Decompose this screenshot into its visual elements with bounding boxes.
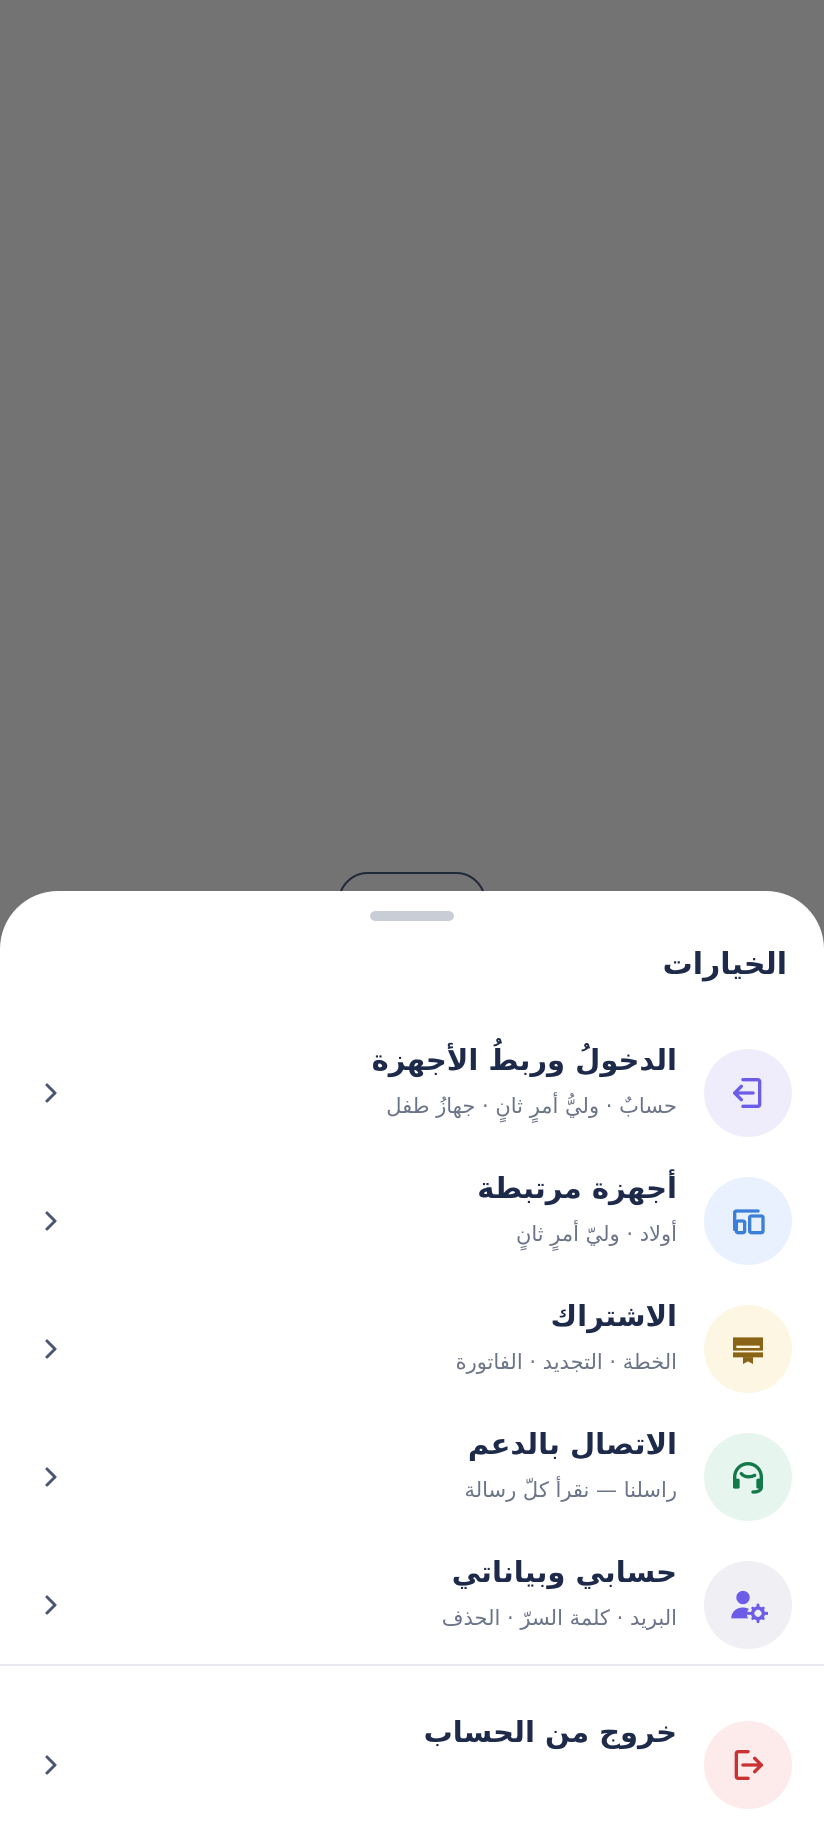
menu-item-contact-support[interactable]: الاتصال بالدعم راسلنا — نقرأ كلّ رسالة bbox=[0, 1413, 824, 1541]
menu-item-title: حسابي وبياناتي bbox=[451, 1555, 677, 1589]
menu-item-title: الاتصال بالدعم bbox=[467, 1427, 677, 1461]
menu-item-subscription[interactable]: الاشتراك الخطة · التجديد · الفاتورة bbox=[0, 1285, 824, 1413]
menu-item-subtitle: البريد · كلمة السرّ · الحذف bbox=[441, 1606, 677, 1630]
menu-item-title: خروج من الحساب bbox=[423, 1715, 677, 1749]
menu-item-subtitle: حسابٌ · وليُّ أمرٍ ثانٍ · جهازُ طفل bbox=[386, 1094, 677, 1118]
account-settings-icon bbox=[704, 1561, 792, 1649]
sheet-title: الخيارات bbox=[662, 947, 787, 982]
chevron-icon bbox=[45, 1211, 57, 1231]
chevron-icon bbox=[45, 1595, 57, 1615]
menu-item-subtitle: راسلنا — نقرأ كلّ رسالة bbox=[464, 1478, 677, 1502]
login-icon bbox=[704, 1049, 792, 1137]
menu-item-subtitle: الخطة · التجديد · الفاتورة bbox=[455, 1350, 677, 1374]
chevron-icon bbox=[45, 1755, 57, 1775]
sheet-drag-handle[interactable] bbox=[370, 911, 454, 921]
menu-item-logout[interactable]: خروج من الحساب bbox=[0, 1701, 824, 1829]
menu-item-login-link-devices[interactable]: الدخولُ وربطُ الأجهزة حسابٌ · وليُّ أمرٍ… bbox=[0, 1029, 824, 1157]
menu-item-title: أجهزة مرتبطة bbox=[477, 1171, 677, 1205]
logout-icon bbox=[704, 1721, 792, 1809]
chevron-icon bbox=[45, 1339, 57, 1359]
menu-item-title: الدخولُ وربطُ الأجهزة bbox=[371, 1043, 677, 1077]
devices-icon bbox=[704, 1177, 792, 1265]
support-headset-icon bbox=[704, 1433, 792, 1521]
menu-item-title: الاشتراك bbox=[550, 1299, 677, 1333]
menu-item-subtitle: أولاد · وليّ أمرٍ ثانٍ bbox=[515, 1222, 677, 1246]
chevron-icon bbox=[45, 1083, 57, 1103]
menu-divider bbox=[0, 1664, 824, 1666]
subscription-card-icon bbox=[704, 1305, 792, 1393]
menu-item-account-data[interactable]: حسابي وبياناتي البريد · كلمة السرّ · الح… bbox=[0, 1541, 824, 1669]
chevron-icon bbox=[45, 1467, 57, 1487]
menu-item-linked-devices[interactable]: أجهزة مرتبطة أولاد · وليّ أمرٍ ثانٍ bbox=[0, 1157, 824, 1285]
options-bottom-sheet: الخيارات الدخولُ وربطُ الأجهزة حسابٌ · و… bbox=[0, 891, 824, 1830]
